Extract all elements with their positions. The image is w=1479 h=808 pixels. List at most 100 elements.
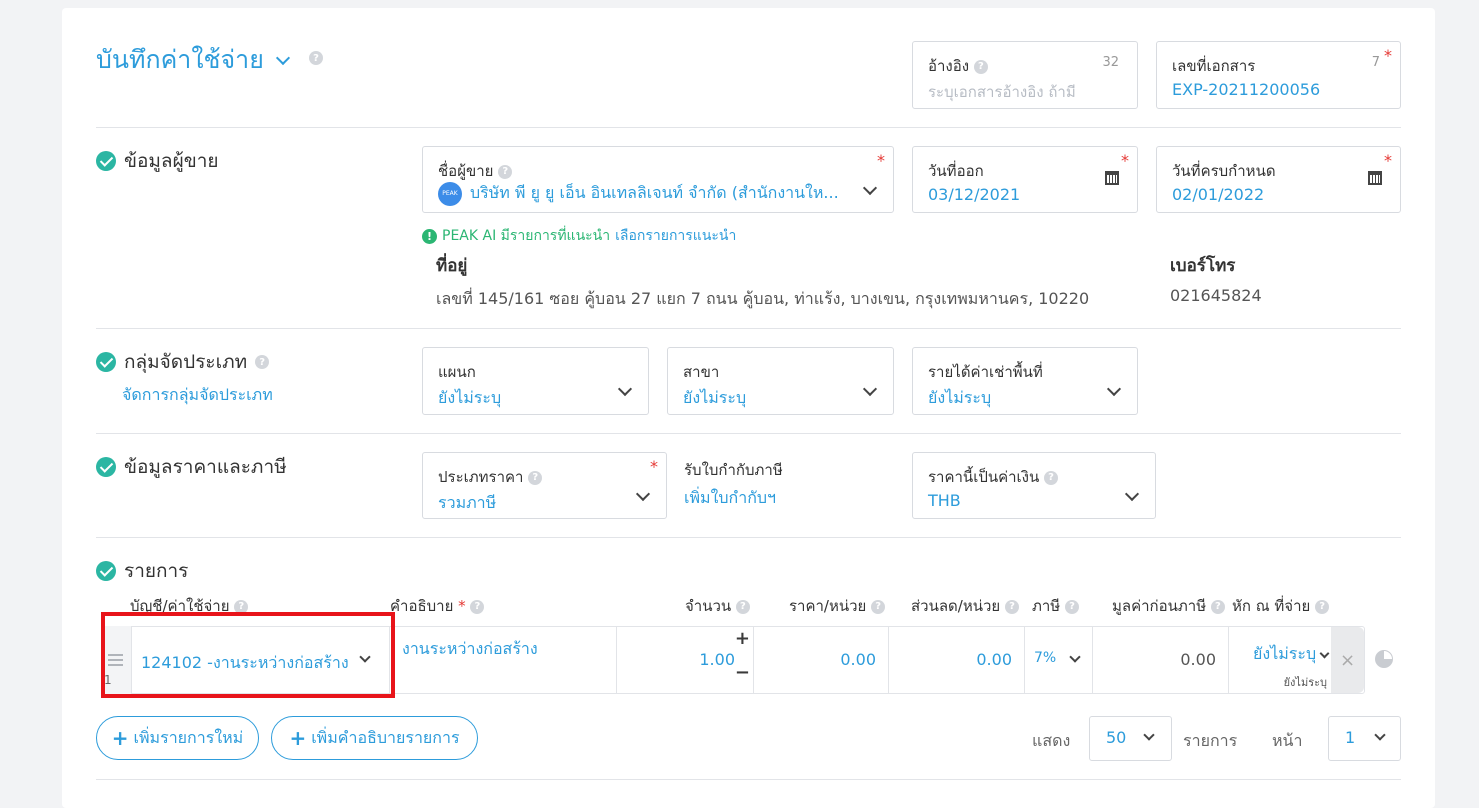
chevron-down-icon[interactable]	[1069, 651, 1081, 663]
branch-select[interactable]: สาขา ยังไม่ระบุ	[667, 347, 894, 415]
seller-name-value: บริษัท พี ยู ยู เอ็น อินเทลลิเจนท์ จำกัด…	[470, 183, 839, 202]
chevron-down-icon[interactable]	[1374, 729, 1386, 741]
help-icon[interactable]: ?	[309, 51, 323, 65]
divider	[96, 433, 1401, 434]
help-icon[interactable]: ?	[1044, 470, 1059, 485]
currency-value: THB	[928, 491, 961, 510]
price-section-title: ข้อมูลราคาและภาษี	[96, 452, 287, 482]
help-icon[interactable]: ?	[973, 59, 988, 74]
help-icon[interactable]: ?	[528, 470, 543, 485]
chevron-down-icon[interactable]	[862, 381, 878, 397]
show-label: แสดง	[1032, 731, 1071, 750]
ai-hint: ! PEAK AI มีรายการที่แนะนำ เลือกรายการแน…	[422, 225, 736, 247]
due-date-label: วันที่ครบกำหนด	[1172, 162, 1276, 180]
manage-group-link[interactable]: จัดการกลุ่มจัดประเภท	[122, 383, 273, 408]
reference-input[interactable]: ระบุเอกสารอ้างอิง ถ้ามี	[928, 80, 1076, 104]
document-number-field[interactable]: เลขที่เอกสาร 7 * EXP-20211200056	[1156, 41, 1401, 109]
help-icon[interactable]: ?	[498, 164, 513, 179]
help-icon[interactable]: ?	[1315, 599, 1330, 614]
divider	[96, 537, 1401, 538]
page-size-select[interactable]: 50	[1089, 716, 1172, 761]
chevron-down-icon[interactable]	[1143, 729, 1155, 741]
issue-date-input[interactable]: 03/12/2021	[928, 185, 1020, 204]
rent-income-value: ยังไม่ระบุ	[928, 388, 992, 407]
document-number-count: 7	[1371, 55, 1380, 70]
peak-logo: PEAK	[438, 181, 462, 206]
add-description-button[interactable]: + เพิ่มคำอธิบายรายการ	[271, 716, 478, 760]
remove-row-button[interactable]: ×	[1331, 627, 1364, 693]
items-section-title: รายการ	[96, 556, 188, 586]
unit-price-input[interactable]: 0.00	[840, 650, 876, 669]
help-icon[interactable]: ?	[735, 599, 750, 614]
help-icon[interactable]: ?	[871, 599, 886, 614]
help-icon[interactable]: ?	[470, 599, 485, 614]
tax-value: 7%	[1034, 650, 1057, 666]
qty-cell: 1.00 + −	[616, 626, 753, 694]
chevron-down-icon[interactable]	[1106, 381, 1122, 397]
pretax-cell: 0.00	[1092, 626, 1228, 694]
col-tax: ภาษี ?	[1032, 594, 1079, 618]
price-type-select[interactable]: ประเภทราคา ? * รวมภาษี	[422, 452, 667, 519]
reference-field[interactable]: อ้างอิง ? 32 ระบุเอกสารอ้างอิง ถ้ามี	[912, 41, 1138, 109]
currency-select[interactable]: ราคานี้เป็นค่าเงิน ? THB	[912, 452, 1156, 519]
plus-icon: +	[111, 726, 129, 750]
seller-name-field[interactable]: ชื่อผู้ขาย ? * PEAK บริษัท พี ยู ยู เอ็น…	[422, 146, 894, 213]
col-discount: ส่วนลด/หน่วย ?	[911, 594, 1019, 618]
discount-input[interactable]: 0.00	[976, 650, 1012, 669]
address-value: เลขที่ 145/161 ซอย คู้บอน 27 แยก 7 ถนน ค…	[436, 289, 1090, 308]
required-mark: *	[650, 457, 658, 476]
branch-label: สาขา	[683, 363, 720, 381]
check-circle-icon	[96, 561, 116, 581]
help-icon[interactable]: ?	[1004, 599, 1019, 614]
issue-date-label: วันที่ออก	[928, 162, 984, 180]
chevron-down-icon[interactable]	[275, 50, 290, 66]
tax-cell[interactable]: 7%	[1024, 626, 1092, 694]
pie-chart-icon[interactable]	[1375, 650, 1393, 668]
due-date-input[interactable]: 02/01/2022	[1172, 185, 1264, 204]
calendar-icon[interactable]	[1368, 171, 1382, 185]
increment-button[interactable]: +	[735, 628, 750, 649]
add-item-button[interactable]: + เพิ่มรายการใหม่	[96, 716, 259, 760]
calendar-icon[interactable]	[1105, 171, 1119, 185]
due-date-field[interactable]: วันที่ครบกำหนด * 02/01/2022	[1156, 146, 1401, 213]
ai-hint-text: PEAK AI มีรายการที่แนะนำ	[442, 228, 611, 244]
currency-label: ราคานี้เป็นค่าเงิน	[928, 468, 1040, 486]
add-tax-invoice-link[interactable]: เพิ่มใบกำกับฯ	[684, 486, 776, 511]
phone-label: เบอร์โทร	[1170, 256, 1236, 276]
page-title[interactable]: บันทึกค่าใช้จ่าย	[96, 40, 290, 80]
document-number-input[interactable]: EXP-20211200056	[1172, 80, 1320, 99]
required-mark: *	[1384, 151, 1392, 170]
check-circle-icon	[96, 352, 116, 372]
seller-name-label: ชื่อผู้ขาย	[438, 162, 494, 180]
qty-input[interactable]: 1.00	[699, 650, 735, 669]
pretax-value: 0.00	[1180, 650, 1216, 669]
chevron-down-icon[interactable]	[862, 180, 878, 196]
phone-value: 021645824	[1170, 286, 1262, 305]
issue-date-field[interactable]: วันที่ออก * 03/12/2021	[912, 146, 1138, 213]
decrement-button[interactable]: −	[735, 662, 750, 683]
rent-income-label: รายได้ค่าเช่าพื้นที่	[928, 363, 1043, 381]
items-label: รายการ	[1183, 731, 1238, 750]
highlight-box	[101, 612, 395, 698]
withholding-cell[interactable]: ยังไม่ระบุ ยังไม่ระบุ	[1228, 626, 1332, 694]
department-select[interactable]: แผนก ยังไม่ระบุ	[422, 347, 649, 415]
divider	[96, 779, 1401, 780]
chevron-down-icon[interactable]	[1319, 648, 1330, 659]
required-mark: *	[1384, 46, 1392, 65]
plus-icon: +	[289, 726, 307, 750]
description-input[interactable]: งานระหว่างก่อสร้าง	[402, 637, 538, 662]
col-qty: จำนวน ?	[685, 594, 750, 618]
help-icon[interactable]: ?	[1210, 599, 1225, 614]
page-value: 1	[1345, 728, 1356, 747]
chevron-down-icon[interactable]	[1124, 486, 1140, 502]
branch-value: ยังไม่ระบุ	[683, 388, 747, 407]
chevron-down-icon[interactable]	[617, 381, 633, 397]
withholding-sub: ยังไม่ระบุ	[1283, 676, 1327, 689]
chevron-down-icon[interactable]	[635, 486, 651, 502]
help-icon[interactable]: ?	[255, 355, 270, 369]
ai-suggest-link[interactable]: เลือกรายการแนะนำ	[615, 225, 736, 247]
rent-income-select[interactable]: รายได้ค่าเช่าพื้นที่ ยังไม่ระบุ	[912, 347, 1138, 415]
page-select[interactable]: 1	[1328, 716, 1401, 761]
help-icon[interactable]: ?	[1064, 599, 1079, 614]
alert-icon: !	[422, 228, 437, 244]
